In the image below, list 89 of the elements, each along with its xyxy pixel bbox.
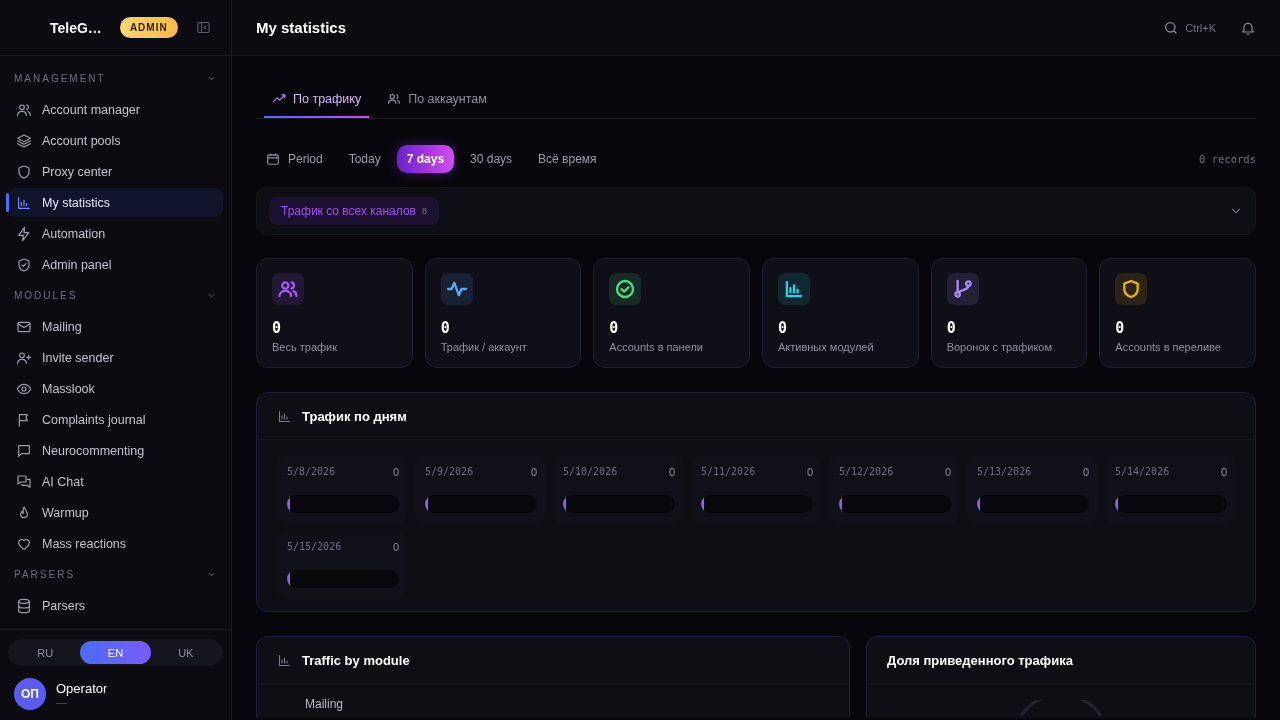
section-title: MANAGEMENT <box>14 73 106 84</box>
nav-item[interactable]: Masslook <box>8 374 223 403</box>
users-icon <box>387 92 402 106</box>
users-icon <box>16 101 32 118</box>
day-date: 5/13/2026 <box>977 466 1032 478</box>
panel-title: Traffic by module <box>302 652 410 668</box>
tab[interactable]: По трафику <box>264 82 370 118</box>
stat-label: Accounts в панели <box>609 341 704 353</box>
stat-label: Активных модулей <box>778 341 875 353</box>
lightning-icon <box>16 225 32 242</box>
shield-check-icon <box>16 256 32 273</box>
stat-label: Весь трафик <box>272 341 339 353</box>
page-title: My statistics <box>256 19 347 36</box>
bar-chart-icon <box>16 194 32 211</box>
nav-item[interactable]: Mailing <box>8 312 223 341</box>
nav-item[interactable]: Invite sender <box>8 343 223 372</box>
day-count: 0 <box>1220 466 1227 478</box>
day-count: 0 <box>392 466 399 478</box>
stat-label: Воронок с трафиком <box>946 341 1054 353</box>
day-date: 5/8/2026 <box>287 466 336 478</box>
channel-chip[interactable]: Трафик со всех каналов 8 <box>269 197 439 225</box>
nav-item[interactable]: Automation <box>8 219 223 248</box>
day-date: 5/14/2026 <box>1115 466 1170 478</box>
day-count: 0 <box>668 466 675 478</box>
bar-chart-icon <box>277 408 292 424</box>
branch-icon <box>946 273 979 305</box>
chats-icon <box>16 473 32 490</box>
day-date: 5/15/2026 <box>287 541 342 553</box>
user-avatar: ОП <box>14 678 46 710</box>
language-button[interactable]: UK <box>150 641 221 664</box>
day-date: 5/10/2026 <box>563 466 618 478</box>
stat-label: Accounts в переливе <box>1115 341 1222 353</box>
module-name: Mailing <box>305 697 343 711</box>
tab[interactable]: По аккаунтам <box>379 82 495 118</box>
chat-icon <box>16 442 32 459</box>
stat-value: 0 <box>272 319 283 337</box>
nav-item[interactable]: Warmup <box>8 498 223 527</box>
panel-title: Доля приведенного трафика <box>887 652 1073 668</box>
stat-value: 0 <box>1115 319 1126 337</box>
shield-icon <box>1115 273 1148 305</box>
section-title: MODULES <box>14 290 78 301</box>
day-count: 0 <box>392 541 399 553</box>
user-plus-icon <box>16 349 32 366</box>
search-button[interactable]: Ctrl+K <box>1157 18 1222 37</box>
stat-label: Трафик / аккаунт <box>440 341 528 353</box>
users-icon <box>272 273 304 305</box>
pulse-icon <box>440 273 473 305</box>
nav-item[interactable]: Account pools <box>8 126 223 155</box>
layers-icon <box>16 132 32 149</box>
calendar-icon <box>266 152 280 166</box>
stat-value: 0 <box>440 319 451 337</box>
nav-item[interactable]: My statistics <box>8 188 223 217</box>
nav-item[interactable]: Mass reactions <box>8 529 223 558</box>
language-button[interactable]: EN <box>80 641 151 664</box>
nav-item[interactable]: Parsers <box>8 591 223 620</box>
language-button[interactable]: RU <box>10 641 81 664</box>
day-count: 0 <box>1082 466 1089 478</box>
brand-name: TeleG… <box>50 19 102 36</box>
period-button[interactable]: Всё время <box>528 145 607 173</box>
nav-item[interactable]: AI Chat <box>8 467 223 496</box>
shield-icon <box>16 163 32 180</box>
bar-chart-icon <box>778 273 810 305</box>
panel-title: Трафик по дням <box>302 408 407 424</box>
period-button[interactable]: Period <box>256 145 333 173</box>
nav-item[interactable]: Admin panel <box>8 250 223 279</box>
user-name: Operator <box>56 680 108 696</box>
day-count: 0 <box>806 466 813 478</box>
admin-badge: ADMIN <box>119 17 178 38</box>
day-date: 5/12/2026 <box>839 466 894 478</box>
collapse-sidebar-icon <box>195 20 211 35</box>
day-date: 5/11/2026 <box>701 466 756 478</box>
period-button[interactable]: Today <box>338 145 391 173</box>
database-icon <box>16 597 32 614</box>
nav-item[interactable]: Complaints journal <box>8 405 223 434</box>
nav-item[interactable]: Account manager <box>8 95 223 124</box>
day-count: 0 <box>944 466 951 478</box>
stat-value: 0 <box>609 319 620 337</box>
stat-value: 0 <box>946 319 957 337</box>
records-count: 0 records <box>1199 153 1256 165</box>
day-count: 0 <box>530 466 537 478</box>
day-date: 5/9/2026 <box>425 466 474 478</box>
section-title: PARSERS <box>14 569 76 580</box>
stat-value: 0 <box>778 319 789 337</box>
period-button[interactable]: 30 days <box>460 145 523 173</box>
period-button[interactable]: 7 days <box>396 145 455 173</box>
user-subtitle: — <box>56 695 67 708</box>
nav-item[interactable]: Proxy center <box>8 157 223 186</box>
bar-chart-icon <box>277 652 292 668</box>
nav-item[interactable]: Neurocommenting <box>8 436 223 465</box>
